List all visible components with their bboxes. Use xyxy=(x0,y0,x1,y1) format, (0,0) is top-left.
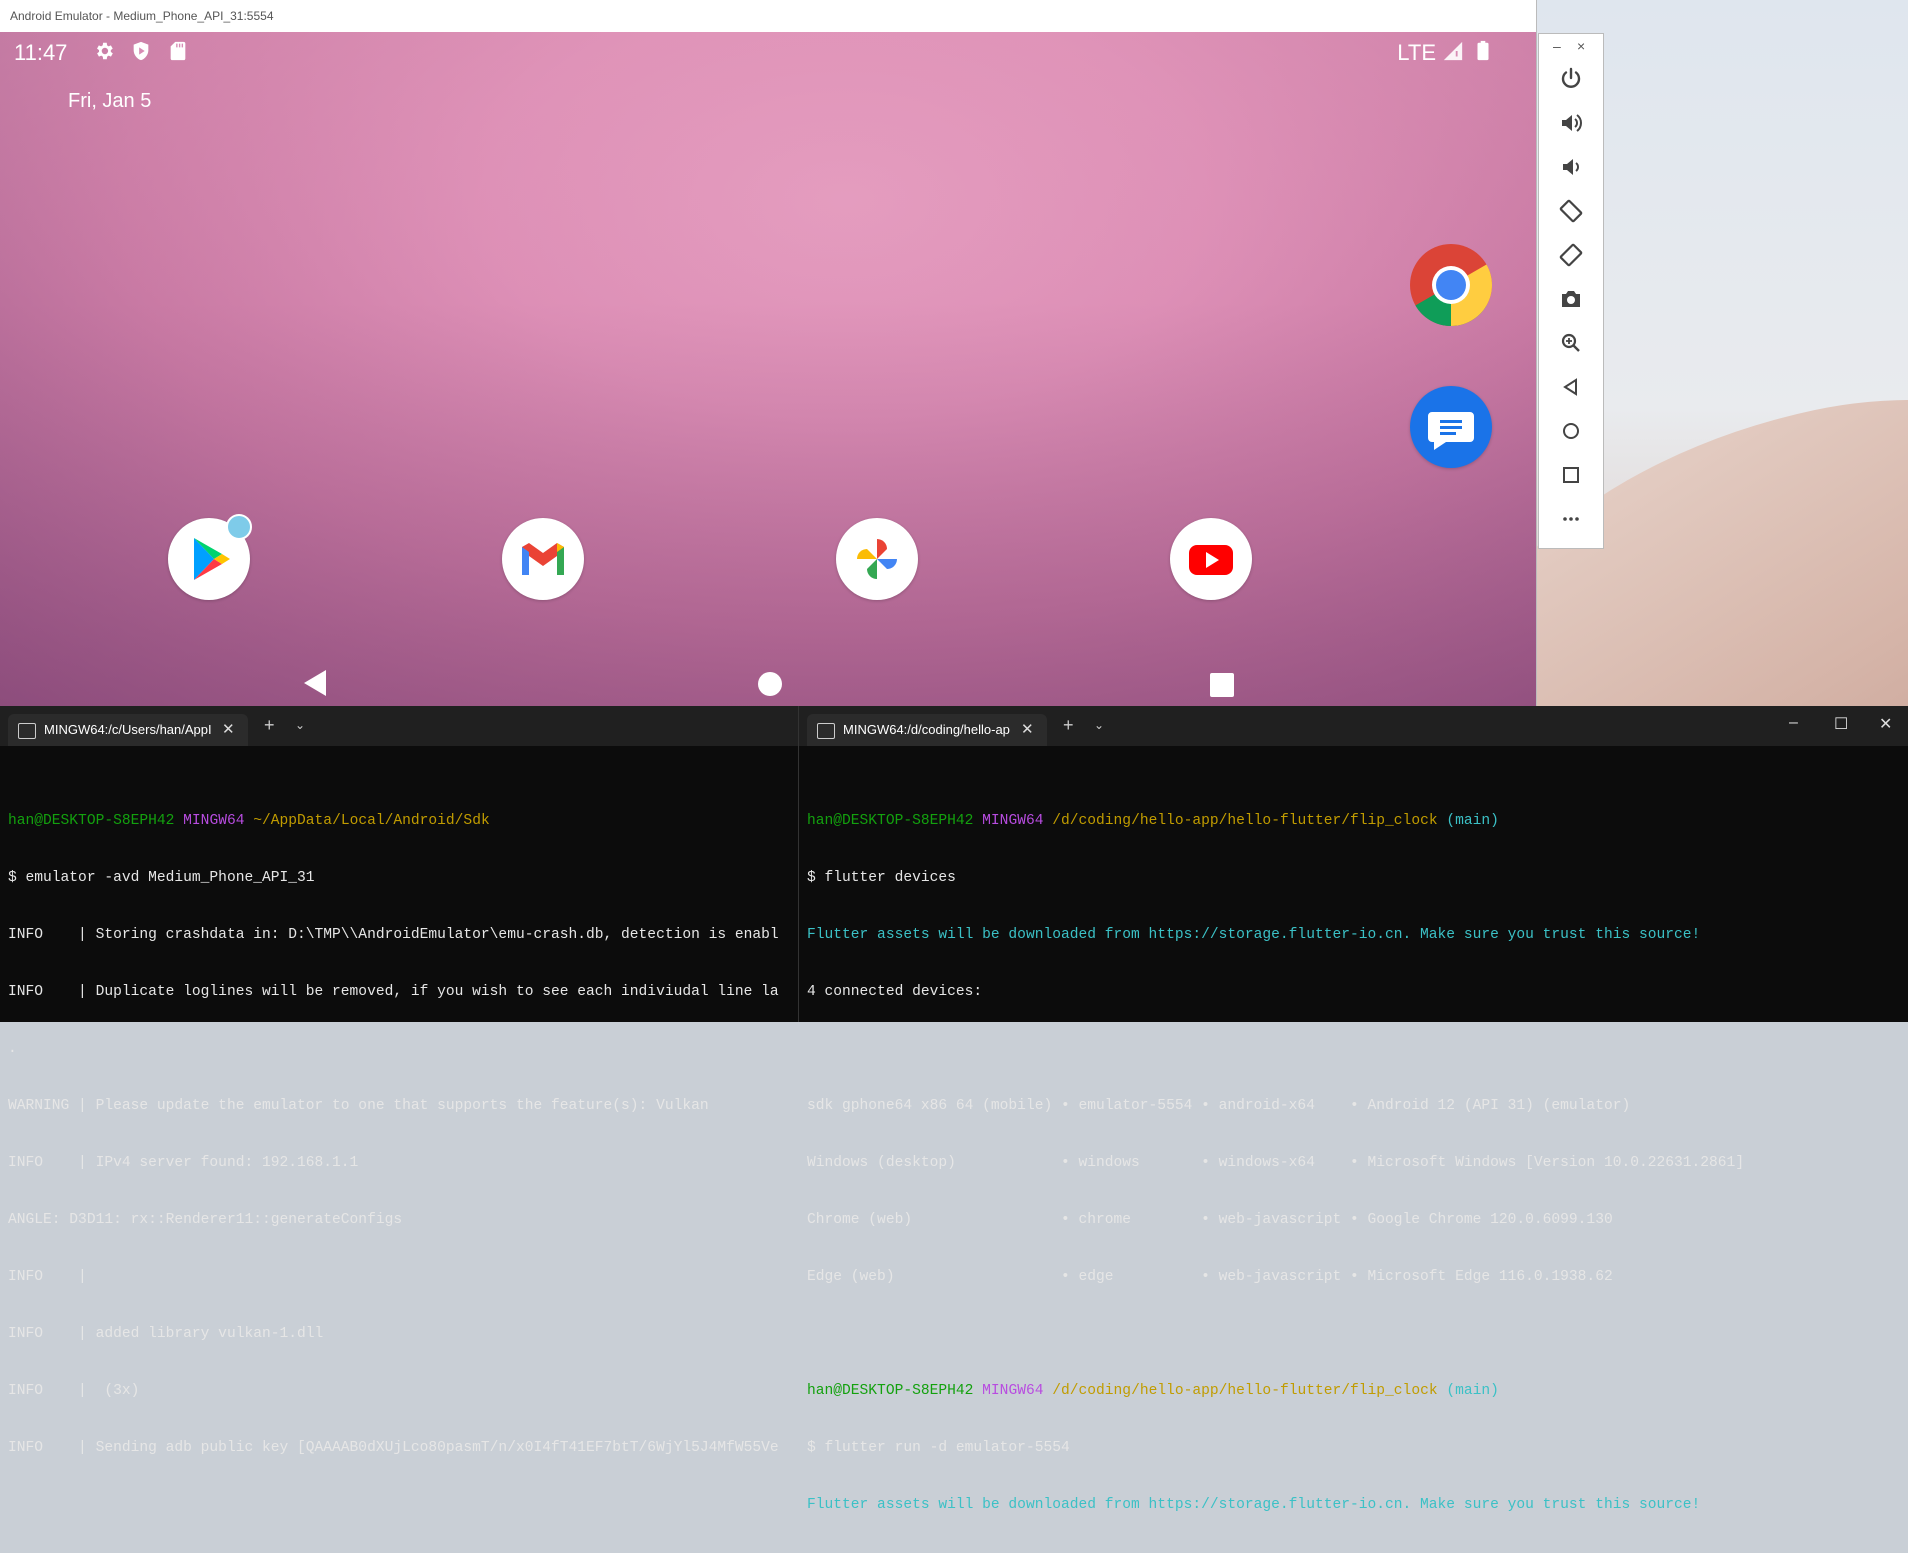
terminal-window-flutter[interactable]: MINGW64:/d/coding/hello-ap ✕ + ⌄ – ☐ ✕ h… xyxy=(798,706,1908,1513)
terminal-tab[interactable]: MINGW64:/c/Users/han/AppI ✕ xyxy=(8,714,248,746)
output-line: ANGLE: D3D11: rx::Renderer11::generateCo… xyxy=(8,1212,403,1228)
youtube-app-icon[interactable] xyxy=(1170,518,1252,600)
volume-up-icon[interactable] xyxy=(1556,108,1586,138)
emulator-window: Android Emulator - Medium_Phone_API_31:5… xyxy=(0,0,1537,706)
play-protect-icon xyxy=(130,40,152,62)
emulator-titlebar[interactable]: Android Emulator - Medium_Phone_API_31:5… xyxy=(0,0,1536,32)
new-tab-icon[interactable]: + xyxy=(1063,715,1074,736)
nav-recents-button[interactable] xyxy=(1209,672,1235,703)
chevron-down-icon[interactable]: ⌄ xyxy=(295,718,305,732)
info-line: Flutter assets will be downloaded from h… xyxy=(807,1497,1701,1513)
android-screen[interactable]: 11:47 LTE Fri, Jan 5 xyxy=(0,32,1536,706)
prompt-shell: MINGW64 xyxy=(982,813,1044,829)
messages-app-icon[interactable] xyxy=(1410,386,1492,468)
prompt-branch: (main) xyxy=(1446,813,1499,829)
output-line: 4 connected devices: xyxy=(807,984,983,1000)
output-line: INFO | xyxy=(8,1269,87,1285)
device-row: sdk gphone64 x86 64 (mobile) • emulator-… xyxy=(807,1098,1631,1114)
prompt-path: ~/AppData/Local/Android/Sdk xyxy=(253,813,490,829)
device-row: Windows (desktop) • windows • windows-x6… xyxy=(807,1155,1745,1171)
new-tab-icon[interactable]: + xyxy=(264,715,275,736)
output-line: . xyxy=(8,1041,17,1057)
terminal-output: han@DESKTOP-S8EPH42 MINGW64 ~/AppData/Lo… xyxy=(8,774,779,1496)
output-line: INFO | Duplicate loglines will be remove… xyxy=(8,984,779,1000)
rotate-left-icon[interactable] xyxy=(1556,196,1586,226)
output-line: INFO | (3x) xyxy=(8,1383,140,1399)
tab-close-icon[interactable]: ✕ xyxy=(222,720,235,738)
terminal-tabbar: MINGW64:/c/Users/han/AppI ✕ + ⌄ xyxy=(0,706,800,746)
home-icon[interactable] xyxy=(1556,416,1586,446)
output-line: INFO | Storing crashdata in: D:\TMP\\And… xyxy=(8,927,779,943)
terminal-icon xyxy=(817,723,835,739)
output-line: INFO | IPv4 server found: 192.168.1.1 xyxy=(8,1155,359,1171)
command-line: $ flutter devices xyxy=(807,870,956,886)
device-row: Chrome (web) • chrome • web-javascript •… xyxy=(807,1212,1613,1228)
status-clock: 11:47 xyxy=(14,40,68,65)
output-line: INFO | Sending adb public key [QAAAAB0dX… xyxy=(8,1440,779,1456)
prompt-user: han@DESKTOP-S8EPH42 xyxy=(8,813,175,829)
camera-icon[interactable] xyxy=(1556,284,1586,314)
minimize-button[interactable]: – xyxy=(1789,714,1798,732)
notification-dot xyxy=(226,514,252,540)
terminal-tab[interactable]: MINGW64:/d/coding/hello-ap ✕ xyxy=(807,714,1047,746)
more-icon[interactable] xyxy=(1556,504,1586,534)
prompt-user: han@DESKTOP-S8EPH42 xyxy=(807,1383,974,1399)
gmail-app-icon[interactable] xyxy=(502,518,584,600)
prompt-path: /d/coding/hello-app/hello-flutter/flip_c… xyxy=(1052,813,1438,829)
command-line: $ flutter run -d emulator-5554 xyxy=(807,1440,1070,1456)
network-type: LTE xyxy=(1397,40,1436,65)
battery-icon xyxy=(1472,40,1494,62)
tab-close-icon[interactable]: ✕ xyxy=(1021,720,1034,738)
prompt-user: han@DESKTOP-S8EPH42 xyxy=(807,813,974,829)
emulator-controls-panel: – × xyxy=(1538,33,1604,549)
signal-icon xyxy=(1442,40,1464,62)
sd-card-icon xyxy=(167,40,189,62)
close-button[interactable]: ✕ xyxy=(1879,714,1892,734)
tab-label: MINGW64:/c/Users/han/AppI xyxy=(44,722,212,737)
chrome-app-icon[interactable] xyxy=(1410,244,1492,326)
settings-icon xyxy=(93,40,115,62)
prompt-shell: MINGW64 xyxy=(982,1383,1044,1399)
device-row: Edge (web) • edge • web-javascript • Mic… xyxy=(807,1269,1613,1285)
terminal-window-sdk[interactable]: MINGW64:/c/Users/han/AppI ✕ + ⌄ han@DESK… xyxy=(0,706,800,1456)
rotate-right-icon[interactable] xyxy=(1556,240,1586,270)
photos-app-icon[interactable] xyxy=(836,518,918,600)
terminal-tabbar: MINGW64:/d/coding/hello-ap ✕ + ⌄ – ☐ ✕ xyxy=(799,706,1908,746)
emulator-title: Android Emulator - Medium_Phone_API_31:5… xyxy=(10,9,274,23)
controls-minimize-button[interactable]: – xyxy=(1553,38,1561,54)
terminal-output: han@DESKTOP-S8EPH42 MINGW64 /d/coding/he… xyxy=(807,774,1744,1553)
back-icon[interactable] xyxy=(1556,372,1586,402)
chevron-down-icon[interactable]: ⌄ xyxy=(1094,718,1104,732)
output-line: WARNING | Please update the emulator to … xyxy=(8,1098,709,1114)
volume-down-icon[interactable] xyxy=(1556,152,1586,182)
tab-label: MINGW64:/d/coding/hello-ap xyxy=(843,722,1010,737)
nav-home-button[interactable] xyxy=(757,671,783,702)
nav-back-button[interactable] xyxy=(300,668,328,703)
zoom-icon[interactable] xyxy=(1556,328,1586,358)
wallpaper-gradient xyxy=(0,32,1536,706)
home-date[interactable]: Fri, Jan 5 xyxy=(68,90,151,113)
prompt-shell: MINGW64 xyxy=(183,813,245,829)
power-icon[interactable] xyxy=(1556,64,1586,94)
controls-close-button[interactable]: × xyxy=(1577,38,1585,54)
prompt-path: /d/coding/hello-app/hello-flutter/flip_c… xyxy=(1052,1383,1438,1399)
terminal-icon xyxy=(18,723,36,739)
prompt-branch: (main) xyxy=(1446,1383,1499,1399)
maximize-button[interactable]: ☐ xyxy=(1834,714,1848,734)
output-line: $ emulator -avd Medium_Phone_API_31 xyxy=(8,870,315,886)
output-line: INFO | added library vulkan-1.dll xyxy=(8,1326,324,1342)
info-line: Flutter assets will be downloaded from h… xyxy=(807,927,1701,943)
overview-icon[interactable] xyxy=(1556,460,1586,490)
